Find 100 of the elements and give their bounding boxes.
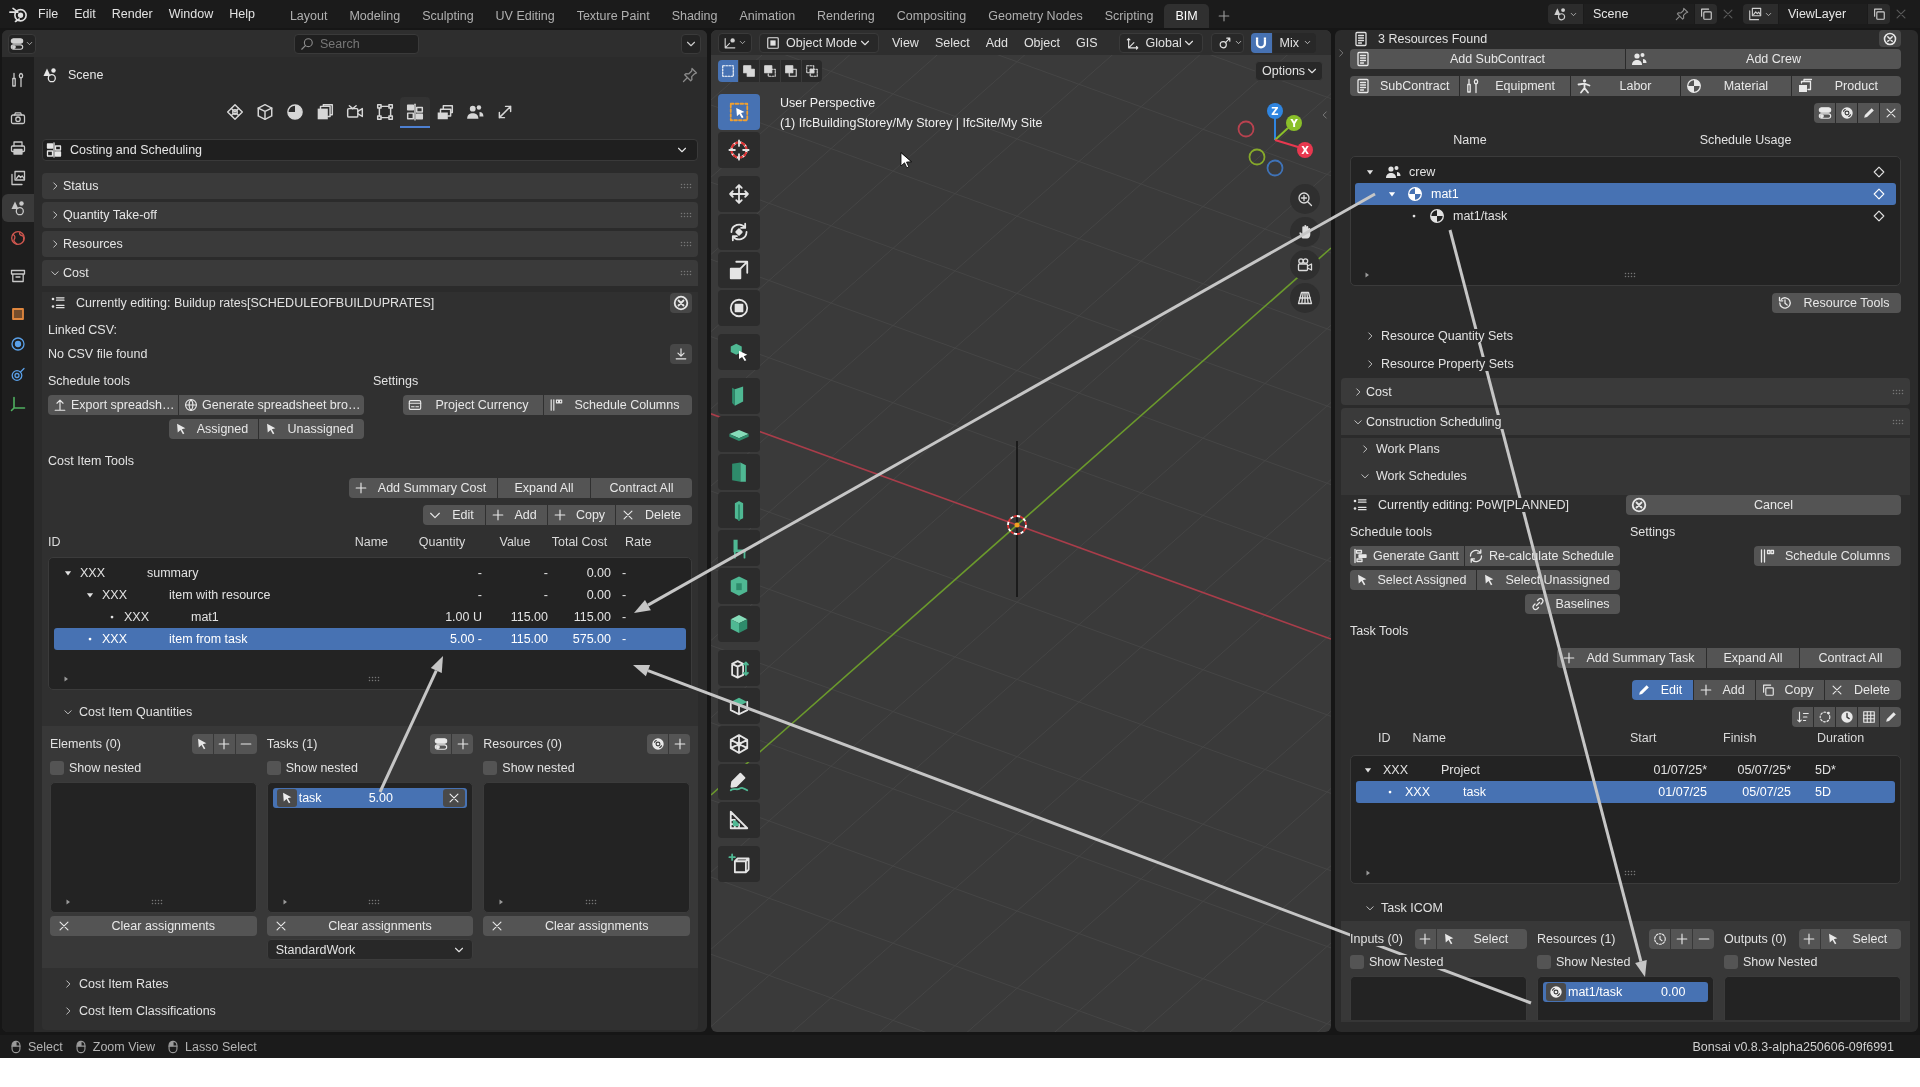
tool-button[interactable]: Add Summary Task — [1557, 648, 1706, 668]
add-button[interactable] — [213, 734, 235, 754]
list-row[interactable]: XXX task 01/07/25 05/07/25 5D — [1356, 781, 1895, 803]
checkbox[interactable] — [1724, 955, 1738, 969]
subpanel-header[interactable]: Work Plans — [1360, 442, 1440, 456]
menu-item[interactable]: Select — [926, 35, 978, 50]
axis-handle[interactable]: X — [1274, 139, 1313, 158]
collapsed-triangle-icon[interactable] — [62, 675, 70, 683]
download-button[interactable] — [670, 344, 692, 364]
expanded-triangle-icon[interactable] — [1365, 167, 1375, 177]
edit-button[interactable]: Edit — [423, 505, 485, 525]
dropdown[interactable]: StandardWork — [266, 939, 474, 960]
diamond-icon[interactable] — [1872, 209, 1886, 223]
clear-assignments-button[interactable]: Clear assignments — [50, 916, 257, 936]
settings-button[interactable]: Schedule Columns — [1754, 546, 1901, 566]
add-resource-button[interactable]: Add SubContract — [1350, 49, 1625, 69]
subpanel-header[interactable]: Cost Item Rates — [63, 977, 169, 991]
subpanel-header[interactable]: Work Schedules — [1360, 469, 1467, 483]
projection-button[interactable] — [1290, 283, 1320, 313]
sort-button[interactable] — [1792, 707, 1813, 727]
menu-item[interactable]: Window — [160, 3, 222, 25]
workspace-tab[interactable]: Geometry Nodes — [977, 4, 1094, 28]
panel-header[interactable]: Construction Scheduling — [1341, 408, 1910, 435]
workspace-tab[interactable]: Scripting — [1093, 4, 1165, 28]
list-row[interactable]: XXX Project 01/07/25* 05/07/25* 5D* — [1356, 759, 1895, 781]
select-button[interactable]: Select Unassigned — [1477, 570, 1620, 590]
list-row[interactable]: mat1/task 0.00 — [1543, 982, 1708, 1002]
duplicate-button[interactable] — [1868, 4, 1890, 24]
workspace-tab[interactable]: UV Editing — [484, 4, 566, 28]
grid-button[interactable] — [1858, 707, 1879, 727]
menu-item[interactable]: Edit — [66, 3, 104, 25]
checkbox[interactable] — [1537, 955, 1551, 969]
baselines-button[interactable]: Baselines — [1525, 594, 1620, 614]
edit-button[interactable] — [1858, 103, 1879, 123]
options-dropdown[interactable]: Options — [1255, 61, 1323, 81]
menu-item[interactable]: Object — [1015, 35, 1068, 50]
clock-button[interactable] — [1649, 929, 1670, 949]
orientation-dropdown[interactable]: Global — [1118, 32, 1203, 53]
panel-header[interactable]: Quantity Take-off — [42, 202, 698, 228]
edit-button[interactable]: Edit — [1632, 680, 1693, 700]
list-row[interactable]: task 5.00 — [272, 788, 468, 808]
workspace-tab[interactable]: BIM — [1164, 4, 1209, 28]
resource-type-button[interactable]: Product — [1791, 76, 1902, 96]
add-button[interactable] — [452, 734, 474, 754]
editor-type-button[interactable] — [718, 32, 752, 53]
pin-icon[interactable] — [682, 67, 698, 83]
tool-button[interactable] — [718, 290, 760, 326]
selection-mode-button[interactable] — [739, 60, 759, 82]
close-icon[interactable] — [1721, 7, 1735, 21]
properties-tab[interactable] — [2, 194, 34, 222]
edit-button[interactable]: Copy — [548, 505, 615, 525]
clock-button[interactable] — [1836, 707, 1857, 727]
tool-button[interactable]: Add Summary Cost — [349, 478, 497, 498]
tool-button[interactable] — [718, 726, 760, 762]
settings-button[interactable]: Project Currency — [403, 395, 543, 415]
tool-button[interactable] — [718, 454, 760, 490]
resource-tools-button[interactable]: Resource Tools — [1772, 293, 1901, 313]
edit-button[interactable]: Delete — [1825, 680, 1901, 700]
edit-button[interactable]: Add — [1694, 680, 1755, 700]
checkbox[interactable] — [266, 761, 281, 775]
tool-button[interactable] — [718, 606, 760, 642]
selection-mode-button[interactable] — [718, 60, 738, 82]
expanded-triangle-icon[interactable] — [63, 568, 73, 578]
tool-button[interactable] — [718, 416, 760, 452]
list-row[interactable]: XXX mat1 1.00 U 115.00 115.00 - — [54, 606, 686, 628]
category-tab[interactable] — [400, 97, 430, 128]
duplicate-button[interactable] — [1695, 4, 1717, 24]
collapsed-triangle-icon[interactable] — [64, 898, 72, 906]
zoom-button[interactable] — [1290, 184, 1320, 214]
diamond-icon[interactable] — [1872, 165, 1886, 179]
close-button[interactable] — [670, 293, 692, 313]
edit-button[interactable] — [1546, 983, 1566, 1001]
menu-item[interactable]: Help — [221, 3, 263, 25]
schedule-tool-button[interactable]: Generate spreadsheet bro… — [179, 395, 364, 415]
select-button[interactable]: Select — [1436, 929, 1527, 949]
selection-mode-button[interactable] — [760, 60, 780, 82]
menu-item[interactable]: Add — [977, 35, 1016, 50]
select-button[interactable] — [191, 734, 213, 754]
add-button[interactable] — [669, 734, 690, 754]
close-icon[interactable] — [1894, 7, 1908, 21]
tool-button[interactable] — [718, 688, 760, 724]
checkbox[interactable] — [1350, 955, 1364, 969]
checkbox[interactable] — [483, 761, 498, 775]
tool-button[interactable] — [718, 530, 760, 566]
view-layer-type-button[interactable] — [1743, 4, 1778, 24]
clear-assignments-button[interactable]: Clear assignments — [483, 916, 690, 936]
resource-type-button[interactable]: Material — [1681, 76, 1791, 96]
panel-dropdown[interactable]: Costing and Scheduling — [42, 139, 698, 161]
cancel-button[interactable]: Cancel — [1626, 495, 1901, 515]
tool-button[interactable] — [718, 650, 760, 686]
panel-header[interactable]: Resources — [42, 231, 698, 257]
subpanel-header[interactable]: Cost Item Quantities — [63, 705, 193, 719]
axis-handle[interactable] — [1266, 159, 1284, 177]
tool-button[interactable] — [718, 378, 760, 414]
remove-button[interactable] — [1693, 929, 1714, 949]
axis-handle[interactable] — [1237, 120, 1255, 138]
workspace-tab[interactable]: Sculpting — [411, 4, 485, 28]
tool-button[interactable]: Expand All — [1707, 648, 1799, 668]
list-row[interactable]: mat1/task — [1355, 205, 1896, 227]
subpanel-header[interactable]: Task ICOM — [1365, 901, 1443, 915]
